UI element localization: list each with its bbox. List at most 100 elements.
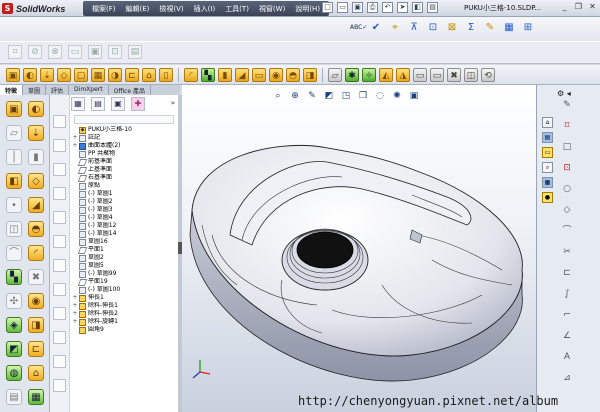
trim-icon[interactable]: ✂ [561,246,573,258]
arc-icon[interactable]: ⌒ [561,225,573,237]
mirror-tool-icon[interactable]: ◨ [28,317,44,333]
menu-file[interactable]: 檔案(F) [87,1,121,16]
shell-tool-icon[interactable]: ◇ [28,173,44,189]
expand-icon[interactable]: + [72,142,78,150]
tree-item[interactable]: PP 共聚物 [72,150,176,158]
open-icon[interactable]: ▭ [337,2,348,13]
dimension-icon[interactable]: ⌖ [388,21,402,35]
strip-item-icon[interactable] [53,139,66,152]
rectangle-icon[interactable]: □ [561,141,573,153]
app-logo[interactable]: S SolidWorks [2,2,65,15]
offset-icon[interactable]: ⊏ [561,267,573,279]
strip-item-icon[interactable] [53,259,66,272]
appearances-tab-icon[interactable]: ● [542,192,553,203]
file-explorer-tab-icon[interactable]: ▭ [542,147,553,158]
tab-dimxpert[interactable]: DimXpert [69,85,109,95]
expand-icon[interactable]: + [72,310,78,318]
expand-icon[interactable]: + [72,302,78,310]
save-icon[interactable]: ▣ [352,2,363,13]
configuration-tab-icon[interactable]: ▣ [111,97,125,111]
cut-loft-icon[interactable]: ⌂ [142,67,156,82]
options-icon[interactable]: ▤ [427,2,438,13]
spline-icon[interactable]: ∫ [561,288,573,300]
spell-check-icon[interactable]: ABC✓ [350,21,367,35]
zoom-to-fit-icon[interactable]: ⌕ [272,90,284,102]
tree-root[interactable]: ◆ PUKU小三格-10 [72,126,176,134]
tree-item[interactable]: (-) 草圖12 [72,222,176,230]
tree-item[interactable]: + 註記 [72,134,176,142]
tree-item[interactable]: 上基準面 [72,166,176,174]
draft-icon[interactable]: ◢ [235,67,249,82]
axis-icon[interactable]: │ [6,149,22,165]
section-icon[interactable]: ◩ [323,90,335,102]
rib-tool-icon[interactable]: ▮ [28,149,44,165]
reference-geometry-icon[interactable]: ▱ [328,67,342,82]
relation-icon[interactable]: ⊠ [445,21,459,35]
part-model[interactable] [182,85,536,412]
strip-item-icon[interactable] [53,115,66,128]
strip-item-icon[interactable] [53,211,66,224]
check-entity-icon[interactable]: ◈ [6,317,22,333]
rebuild-icon[interactable]: ◧ [412,2,423,13]
tree-item[interactable]: 平面1 [72,246,176,254]
strip-item-icon[interactable] [53,379,66,392]
indent-icon[interactable]: ⌂ [28,365,44,381]
tree-item[interactable]: 前基準面 [72,158,176,166]
feature-tree-tab-icon[interactable]: ▦ [71,97,85,111]
menu-tools[interactable]: 工具(T) [220,1,254,16]
corner-rect-icon[interactable]: ⊡ [561,162,573,174]
resources-tab-icon[interactable]: ⌂ [542,117,553,128]
tree-item[interactable]: + 伸長1 [72,294,176,302]
tree-item[interactable]: + 曲面本體(2) [72,142,176,150]
angle-icon[interactable]: ∠ [561,330,573,342]
tree-item[interactable]: 右基準面 [72,174,176,182]
menu-view[interactable]: 檢視(V) [154,1,188,16]
tree-filter-input[interactable] [74,115,174,124]
strip-item-icon[interactable] [53,235,66,248]
knit-surface-icon[interactable]: ▭ [430,67,444,82]
table-icon[interactable]: ▦ [502,21,516,35]
shell-icon[interactable]: ▭ [252,67,266,82]
mirror-entities-icon[interactable]: ⊿ [561,372,573,384]
menu-window[interactable]: 視窗(W) [254,1,290,16]
minimize-icon[interactable]: _ [559,2,570,13]
delete-face-icon[interactable]: ✖ [447,67,461,82]
strip-item-icon[interactable] [53,187,66,200]
sketch-plane-icon[interactable]: ⌑ [561,120,573,132]
measure-icon[interactable]: ✎ [483,21,497,35]
move-face-icon[interactable]: ⟲ [481,67,495,82]
boundary-icon[interactable]: ▢ [74,67,88,82]
curve-icon[interactable]: ⌒ [6,245,22,261]
previous-view-icon[interactable]: ✎ [306,90,318,102]
display-style-icon[interactable]: ❒ [357,90,369,102]
loft-icon[interactable]: ◇ [57,67,71,82]
graphics-area[interactable]: ⌕ ⊕ ✎ ◩ ◳ ❒ ◌ ✺ ▣ [182,85,536,412]
tree-item[interactable]: 平面19 [72,278,176,286]
circle-icon[interactable]: ○ [561,183,573,195]
extrude-icon[interactable]: ▣ [6,101,22,117]
strip-item-icon[interactable] [53,331,66,344]
tree-item[interactable]: 圓角9 [72,326,176,334]
tree-item[interactable]: (-) 草圖1 [72,190,176,198]
split-icon[interactable]: ◫ [6,221,22,237]
solidworks-resources-icon[interactable]: ⚙ [557,89,564,98]
thicken-icon[interactable]: ▦ [28,389,44,405]
mirror-icon[interactable]: ◨ [303,67,317,82]
replace-face-icon[interactable]: ◫ [464,67,478,82]
hide-show-icon[interactable]: ◌ [374,90,386,102]
close-icon[interactable]: ✕ [587,2,598,13]
select-icon[interactable]: ➤ [397,2,408,13]
menu-edit[interactable]: 編輯(E) [121,1,155,16]
fillet-sketch-icon[interactable]: ⌐ [561,309,573,321]
tree-item[interactable]: (-) 草圖3 [72,206,176,214]
zoom-area-icon[interactable]: ⊕ [289,90,301,102]
task-pane-arrow-icon[interactable]: ◂ [567,89,571,98]
plane-tool-icon[interactable]: ▱ [6,125,22,141]
tree-item[interactable]: 草圖2 [72,254,176,262]
flex-icon[interactable]: ⊏ [28,341,44,357]
strip-item-icon[interactable] [53,355,66,368]
scene-icon[interactable]: ▣ [408,90,420,102]
strip-item-icon[interactable] [53,163,66,176]
smart-dim-icon[interactable]: ⊡ [426,21,440,35]
tree-item[interactable]: (-) 草圖100 [72,286,176,294]
